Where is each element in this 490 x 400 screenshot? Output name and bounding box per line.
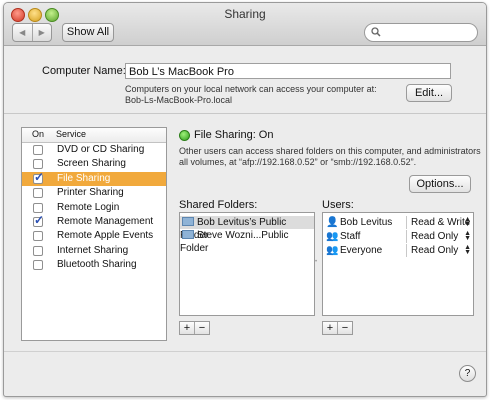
permission-label: Read Only bbox=[411, 245, 459, 256]
shared-folder-row[interactable]: Steve Wozni...Public Folder bbox=[180, 229, 314, 254]
computer-name-label: Computer Name: bbox=[42, 65, 126, 77]
service-name: Screen Sharing bbox=[57, 158, 126, 170]
shared-folder-row[interactable]: Bob Levitus’s Public Folder bbox=[180, 216, 314, 241]
service-row[interactable]: ✓ File Sharing bbox=[22, 169, 166, 187]
permission-popup[interactable]: Read Only ▲ ▼ bbox=[406, 244, 474, 257]
service-checkbox[interactable] bbox=[33, 231, 43, 242]
user-row[interactable]: 👤 Bob Levitus Read & Write ▲ ▼ bbox=[323, 216, 473, 229]
services-header: On Service bbox=[22, 128, 166, 143]
description-line-1: Other users can access shared folders on… bbox=[179, 146, 481, 156]
updown-arrow-icon: ▲ ▼ bbox=[464, 216, 471, 228]
user-row[interactable]: 👥 Everyone Read Only ▲ ▼ bbox=[323, 244, 473, 257]
users-add-remove: + − bbox=[322, 321, 353, 335]
back-button[interactable]: ◀ bbox=[13, 24, 33, 41]
checkmark-icon: ✓ bbox=[34, 169, 45, 184]
sharing-status: File Sharing: On bbox=[194, 129, 274, 141]
search-icon bbox=[371, 27, 381, 37]
group-icon: 👥 bbox=[326, 231, 339, 242]
shared-folders-label: Shared Folders: bbox=[179, 199, 258, 211]
show-all-button[interactable]: Show All bbox=[62, 23, 114, 42]
service-name: Remote Apple Events bbox=[57, 230, 154, 242]
user-name: Staff bbox=[340, 231, 361, 242]
user-row[interactable]: 👥 Staff Read Only ▲ ▼ bbox=[323, 230, 473, 243]
title-bar: Sharing ◀ ▶ Show All bbox=[4, 3, 486, 46]
remove-user-button[interactable]: − bbox=[338, 322, 352, 334]
service-checkbox[interactable] bbox=[33, 245, 43, 256]
service-checkbox[interactable]: ✓ bbox=[33, 169, 45, 184]
user-name: Everyone bbox=[340, 245, 383, 256]
users-label: Users: bbox=[322, 199, 354, 211]
options-button[interactable]: Options... bbox=[409, 175, 471, 193]
permission-popup[interactable]: Read & Write ▲ ▼ bbox=[406, 216, 474, 229]
permission-label: Read & Write bbox=[411, 217, 471, 228]
service-checkbox[interactable] bbox=[33, 202, 43, 213]
service-name: Printer Sharing bbox=[57, 187, 124, 199]
shared-folders-list[interactable]: Bob Levitus’s Public Folder Steve Wozni..… bbox=[179, 212, 315, 316]
permission-popup[interactable]: Read Only ▲ ▼ bbox=[406, 230, 474, 243]
status-indicator-icon bbox=[179, 130, 190, 141]
edit-button[interactable]: Edit... bbox=[406, 84, 452, 102]
shared-folder-name: Steve Wozni...Public Folder bbox=[180, 230, 289, 254]
service-row[interactable]: Printer Sharing bbox=[22, 186, 166, 200]
col-service-header[interactable]: Service bbox=[56, 129, 86, 139]
service-checkbox[interactable] bbox=[33, 159, 43, 170]
service-name: DVD or CD Sharing bbox=[57, 144, 145, 155]
service-row[interactable]: ✓ Remote Management bbox=[22, 212, 166, 229]
description-line-2: all volumes, at “afp://192.168.0.52” or … bbox=[179, 157, 417, 167]
service-name: Internet Sharing bbox=[57, 244, 129, 256]
split-handle[interactable]: • bbox=[315, 259, 317, 265]
checkmark-icon: ✓ bbox=[34, 212, 45, 227]
service-row[interactable]: Internet Sharing bbox=[22, 244, 166, 258]
updown-arrow-icon: ▲ ▼ bbox=[464, 244, 471, 256]
add-folder-button[interactable]: + bbox=[180, 322, 195, 334]
group-icon: 👥 bbox=[326, 245, 339, 256]
service-checkbox[interactable] bbox=[33, 188, 43, 199]
section-divider bbox=[4, 113, 486, 114]
add-user-button[interactable]: + bbox=[323, 322, 338, 334]
folders-add-remove: + − bbox=[179, 321, 210, 335]
service-name: Remote Login bbox=[57, 201, 120, 213]
updown-arrow-icon: ▲ ▼ bbox=[464, 230, 471, 242]
remove-folder-button[interactable]: − bbox=[195, 322, 209, 334]
users-list[interactable]: 👤 Bob Levitus Read & Write ▲ ▼ 👥 Staff Read Onl… bbox=[322, 212, 474, 316]
local-address-info: Computers on your local network can acce… bbox=[125, 84, 377, 94]
forward-button[interactable]: ▶ bbox=[33, 24, 52, 41]
person-icon: 👤 bbox=[326, 217, 339, 228]
services-list: On Service DVD or CD Sharing Screen Shari… bbox=[21, 127, 167, 341]
window-title: Sharing bbox=[224, 7, 266, 21]
folder-icon bbox=[182, 230, 194, 239]
service-checkbox[interactable] bbox=[33, 260, 43, 271]
user-name: Bob Levitus bbox=[340, 217, 393, 228]
folder-icon bbox=[182, 217, 194, 226]
sharing-window: Sharing ◀ ▶ Show All Computer Name: Bob … bbox=[3, 2, 487, 397]
computer-name-field[interactable]: Bob L’s MacBook Pro bbox=[125, 63, 451, 79]
service-checkbox[interactable]: ✓ bbox=[33, 212, 45, 227]
service-row[interactable]: Remote Apple Events bbox=[22, 229, 166, 243]
service-row[interactable]: DVD or CD Sharing bbox=[22, 143, 166, 157]
service-name: Bluetooth Sharing bbox=[57, 259, 137, 271]
bottom-divider bbox=[4, 351, 486, 352]
search-field[interactable] bbox=[364, 23, 478, 42]
service-name: Remote Management bbox=[57, 215, 154, 227]
nav-buttons: ◀ ▶ bbox=[12, 23, 52, 42]
local-hostname: Bob-Ls-MacBook-Pro.local bbox=[125, 95, 233, 105]
help-button[interactable]: ? bbox=[459, 365, 476, 382]
service-checkbox[interactable] bbox=[33, 145, 43, 155]
service-name: File Sharing bbox=[57, 172, 111, 184]
permission-label: Read Only bbox=[411, 231, 459, 242]
service-row[interactable]: Bluetooth Sharing bbox=[22, 258, 166, 272]
col-on-header[interactable]: On bbox=[32, 129, 44, 139]
